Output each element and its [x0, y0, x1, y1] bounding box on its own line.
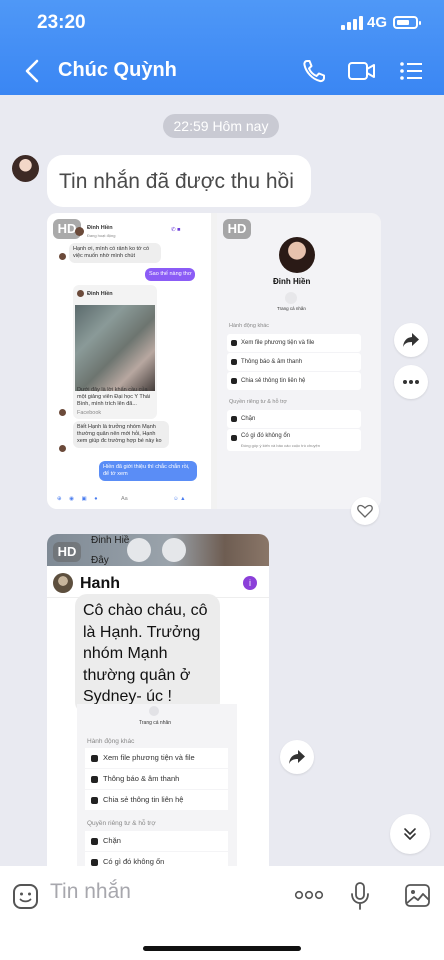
mini-avatar — [59, 253, 66, 260]
mini-call-icon: ✆ ■ — [171, 227, 181, 233]
forward-button[interactable] — [394, 323, 428, 357]
profile-label: Trang cá nhân — [277, 306, 306, 311]
screenshot-profile[interactable]: HD Đinh Hiền Trang cá nhân Hành động khá… — [217, 213, 381, 509]
section-title: Quyền riêng tư & hỗ trợ — [87, 820, 156, 827]
sticker-icon[interactable] — [12, 883, 39, 910]
profile-row: Có gì đó không ổn — [85, 852, 228, 867]
profile-row-sub: Đóng góp ý kiến và báo cáo cuộc trò chuy… — [241, 443, 320, 448]
section-title: Quyền riêng tư & hỗ trợ — [229, 399, 288, 405]
network-label: 4G — [367, 14, 388, 31]
home-indicator — [143, 946, 301, 951]
recalled-message-bubble[interactable]: Tin nhắn đã được thu hồi — [47, 155, 311, 207]
mini-status: Đang hoạt động — [87, 233, 116, 238]
profile-row: Chia sẻ thông tin liên hệ — [85, 790, 228, 810]
screenshot-chat[interactable]: HD Đinh Hiền Đang hoạt động ✆ ■ Hạnh ơi,… — [47, 213, 211, 509]
profile-label: Trang cá nhân — [139, 720, 172, 726]
mini-caption: Dưới đây là lời khẩn cầu của một giảng v… — [77, 387, 151, 408]
share-arrow-icon — [403, 333, 419, 347]
image-top-text: Đinh Hiề — [91, 535, 130, 546]
mini-avatar — [77, 290, 84, 297]
image-top-text: Đây — [91, 555, 109, 566]
more-dots-icon[interactable] — [294, 890, 324, 900]
hanh-message-bubble: Cô chào cháu, cô là Hạnh. Trưởng nhóm Mạ… — [75, 594, 220, 714]
chevron-left-icon[interactable] — [22, 58, 44, 84]
mini-reply: Hiền đã giới thiệu thì chắc chắn rồi, để… — [99, 461, 197, 482]
mini-name: Đinh Hiền — [87, 225, 113, 231]
mini-toolbar-icons: ⊕ ◉ ▣ ● — [57, 496, 101, 502]
profile-row: Xem file phương tiện và file — [227, 334, 361, 352]
messenger-icon — [162, 538, 186, 562]
info-icon: i — [243, 576, 257, 590]
section-title: Hành động khác — [229, 323, 270, 329]
double-chevron-down-icon — [404, 828, 416, 840]
hanh-name: Hanh — [80, 575, 120, 592]
date-separator: 22:59 Hôm nay — [163, 114, 279, 138]
message-input[interactable]: Tin nhắn — [50, 880, 131, 904]
scroll-to-bottom-button[interactable] — [390, 814, 430, 854]
mini-like-icon: ☺ ▲ — [173, 496, 186, 502]
mini-composer: Aa — [121, 496, 128, 502]
image-icon[interactable] — [404, 883, 431, 908]
react-button[interactable] — [351, 497, 379, 525]
profile-row: Thông báo & âm thanh — [227, 353, 361, 371]
forward-button[interactable] — [280, 740, 314, 774]
shared-photo — [75, 305, 155, 391]
contact-name[interactable]: Chúc Quỳnh — [58, 59, 177, 82]
hd-badge: HD — [223, 219, 251, 239]
status-bar: 23:20 4G — [0, 12, 444, 36]
hanh-avatar — [53, 573, 73, 593]
heart-icon — [357, 504, 373, 518]
play-icon — [127, 538, 151, 562]
contact-avatar[interactable] — [12, 155, 39, 182]
signal-icon — [341, 16, 363, 30]
microphone-icon[interactable] — [350, 881, 370, 911]
hd-badge: HD — [53, 542, 81, 562]
status-time: 23:20 — [37, 12, 86, 33]
mini-avatar — [59, 445, 66, 452]
profile-row: Chia sẻ thông tin liên hệ — [227, 372, 361, 390]
facebook-icon — [285, 292, 297, 304]
mini-message: Hạnh ơi, mình có rảnh ko tớ có việc muốn… — [69, 243, 161, 264]
facebook-icon — [149, 706, 159, 716]
phone-icon[interactable] — [301, 58, 329, 84]
mini-avatar — [75, 227, 84, 236]
share-arrow-icon — [289, 750, 305, 764]
image-message-group[interactable]: HD Đinh Hiền Đang hoạt động ✆ ■ Hạnh ơi,… — [47, 213, 381, 509]
chat-header: 23:20 4G Chúc Quỳnh — [0, 0, 444, 95]
profile-avatar — [279, 237, 315, 273]
profile-row: Xem file phương tiện và file — [85, 748, 228, 768]
profile-name: Đinh Hiền — [273, 277, 311, 286]
list-menu-icon[interactable] — [398, 58, 424, 84]
mini-message: Biết Hạnh là trưởng nhóm Mạnh thường quâ… — [73, 421, 169, 449]
mini-card-name: Đinh Hiền — [87, 291, 113, 297]
profile-row: Chặn — [227, 410, 361, 428]
battery-icon — [393, 16, 421, 29]
image-message[interactable]: Đinh Hiề Đây HD Hanh i Cô chào cháu, cô … — [47, 534, 269, 867]
message-composer: Tin nhắn — [0, 866, 444, 960]
image-profile-panel: Trang cá nhân Hành động khác Xem file ph… — [77, 704, 237, 867]
mini-source: Facebook — [77, 410, 102, 416]
more-options-button[interactable] — [394, 365, 428, 399]
profile-row: Chặn — [85, 831, 228, 851]
more-dots-icon — [403, 380, 419, 384]
mini-reply: Sao thế nàng thơ — [145, 268, 196, 282]
mini-avatar — [59, 409, 66, 416]
section-title: Hành động khác — [87, 738, 135, 745]
profile-row: Thông báo & âm thanh — [85, 769, 228, 789]
video-camera-icon[interactable] — [347, 58, 377, 84]
